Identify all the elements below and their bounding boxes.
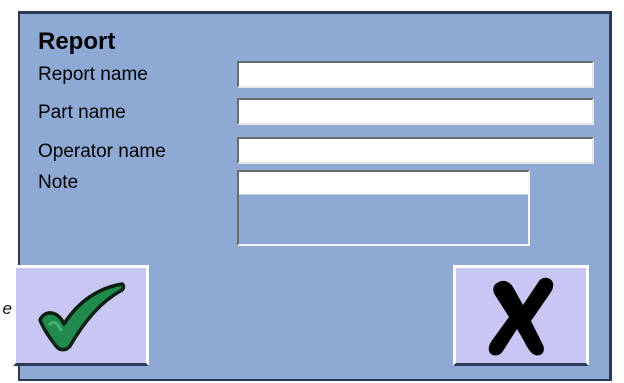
note-input[interactable] <box>239 172 528 195</box>
operator-name-input[interactable] <box>237 137 594 164</box>
cancel-button[interactable] <box>453 265 589 366</box>
screen: e Report Report name Part name Operator … <box>0 0 624 383</box>
cross-icon <box>488 277 554 355</box>
checkmark-icon <box>38 281 126 351</box>
report-name-input[interactable] <box>237 61 594 88</box>
side-label: e <box>2 299 12 318</box>
dialog-title: Report <box>38 28 116 55</box>
part-name-input[interactable] <box>237 98 594 125</box>
report-name-label: Report name <box>38 64 148 85</box>
note-area <box>237 170 530 246</box>
operator-name-label: Operator name <box>38 141 166 162</box>
part-name-label: Part name <box>38 102 126 123</box>
note-label: Note <box>38 172 79 193</box>
ok-button[interactable] <box>13 265 149 366</box>
